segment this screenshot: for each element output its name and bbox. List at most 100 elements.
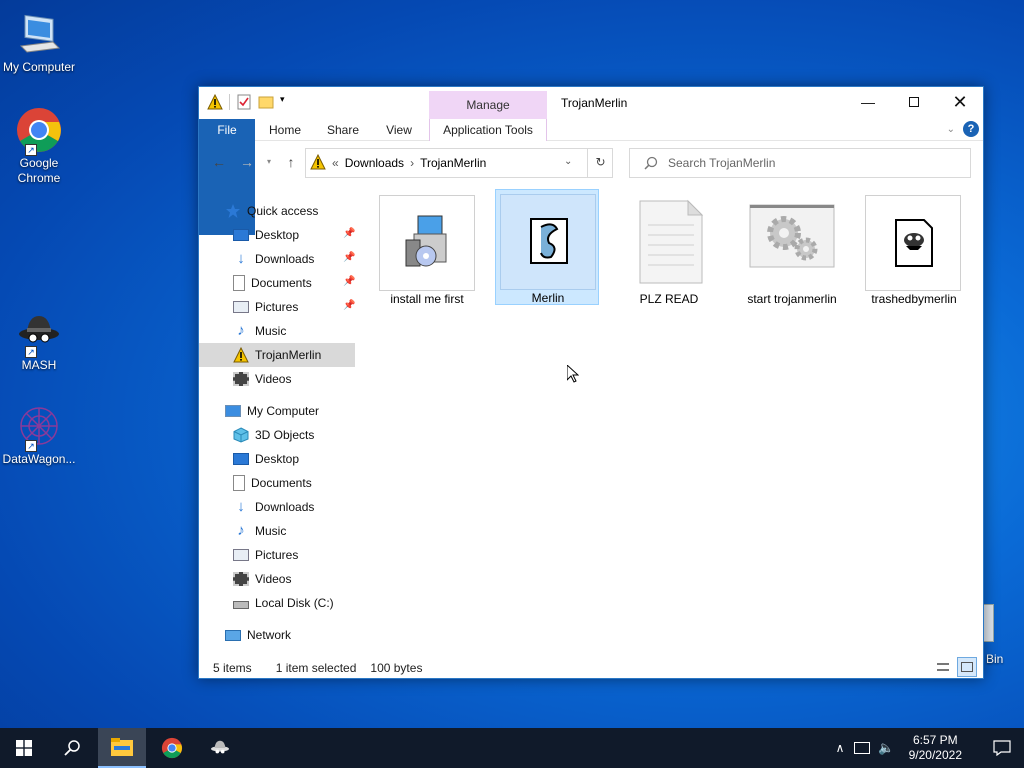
ribbon-tabs: File Home Share View Application Tools ⌄… (199, 119, 983, 235)
nav-label: Quick access (247, 204, 319, 218)
file-item-start-trojanmerlin[interactable]: start trojanmerlin (739, 191, 845, 307)
nav-label: Music (255, 324, 287, 338)
tab-view[interactable]: View (373, 119, 425, 141)
pin-icon[interactable]: 📌 (343, 300, 355, 311)
taskbar-file-explorer[interactable] (98, 728, 146, 768)
nav-quick-trojanmerlin[interactable]: TrojanMerlin (199, 343, 355, 367)
search-button[interactable] (48, 728, 96, 768)
clock-time: 6:57 PM (912, 733, 958, 747)
expand-ribbon-icon[interactable]: ⌄ (947, 124, 955, 135)
address-bar[interactable]: « Downloads › TrojanMerlin ⌄ (305, 148, 613, 178)
nav-label: Music (255, 524, 287, 538)
warning-icon (207, 93, 223, 110)
tab-share[interactable]: Share (317, 119, 369, 141)
breadcrumb-overflow[interactable]: « (332, 156, 339, 170)
nav-pc-videos[interactable]: Videos (233, 567, 291, 591)
nav-quick-downloads[interactable]: ↓ Downloads (233, 247, 314, 271)
taskbar-chrome[interactable] (148, 728, 196, 768)
help-icon[interactable]: ? (963, 121, 979, 137)
installer-icon (379, 195, 475, 291)
file-item-install-me-first[interactable]: install me first (375, 191, 479, 307)
navigation-bar: ← → ▾ ↑ « Downloads › TrojanMerlin ⌄ ↻ S… (199, 145, 983, 179)
close-button[interactable]: ✕ (937, 87, 983, 117)
clock-date: 9/20/2022 (908, 748, 962, 762)
search-box[interactable]: Search TrojanMerlin (629, 148, 971, 178)
volume-icon[interactable]: 🔈 (878, 740, 894, 756)
windows-logo-icon (16, 740, 32, 756)
large-icons-view-button[interactable] (957, 657, 977, 677)
tab-manage[interactable]: Manage (429, 91, 547, 119)
download-arrow-icon: ↓ (237, 498, 245, 515)
desktop-icon-label: MASH (21, 358, 57, 372)
nav-pc-desktop[interactable]: Desktop (233, 447, 299, 471)
desktop-icon-google-chrome[interactable]: ↗ Google Chrome (0, 106, 78, 186)
file-item-merlin[interactable]: Merlin (495, 189, 599, 305)
desktop-icon-my-computer[interactable]: My Computer (0, 10, 78, 75)
minimize-button[interactable]: — (845, 87, 891, 117)
pictures-icon (233, 549, 249, 561)
nav-quick-documents[interactable]: Documents (233, 271, 312, 295)
show-hidden-icons-icon[interactable]: ∧ (836, 741, 845, 755)
file-name: install me first (390, 292, 464, 306)
notifications-button[interactable] (980, 728, 1024, 768)
up-button[interactable]: ↑ (281, 153, 301, 171)
pin-icon[interactable]: 📌 (343, 276, 355, 287)
file-list: install me first Merlin PLZ READ start t… (369, 183, 983, 643)
arrow-left-icon: ← (212, 154, 226, 170)
file-item-plz-read[interactable]: PLZ READ (617, 191, 721, 307)
nav-my-computer[interactable]: My Computer (225, 399, 319, 423)
network-status-icon[interactable] (854, 742, 871, 754)
tab-home[interactable]: Home (259, 119, 311, 141)
network-icon (225, 629, 241, 641)
download-arrow-icon: ↓ (237, 250, 245, 267)
details-view-button[interactable] (933, 657, 953, 677)
nav-quick-music[interactable]: ♪ Music (233, 319, 286, 343)
nav-3d-objects[interactable]: 3D Objects (233, 423, 314, 447)
nav-label: Desktop (255, 452, 300, 466)
properties-icon[interactable] (236, 94, 252, 110)
breadcrumb-trojanmerlin[interactable]: TrojanMerlin (420, 156, 486, 170)
nav-pc-music[interactable]: ♪ Music (233, 519, 286, 543)
file-item-trashedbymerlin[interactable]: trashedbymerlin (861, 191, 967, 307)
start-button[interactable] (0, 728, 48, 768)
desktop-icon-mash[interactable]: ↗ MASH (0, 308, 78, 373)
nav-quick-access[interactable]: Quick access (225, 199, 318, 223)
nav-quick-videos[interactable]: Videos (233, 367, 291, 391)
forward-button[interactable]: → (237, 153, 257, 171)
tab-application-tools[interactable]: Application Tools (429, 119, 547, 141)
nav-pc-downloads[interactable]: ↓ Downloads (233, 495, 314, 519)
nav-network[interactable]: Network (225, 623, 291, 647)
file-name: PLZ READ (639, 292, 699, 306)
new-folder-icon[interactable] (258, 94, 274, 110)
warning-icon (233, 346, 249, 363)
maximize-button[interactable] (891, 87, 937, 117)
pin-icon[interactable]: 📌 (343, 228, 355, 239)
clock[interactable]: 6:57 PM 9/20/2022 (909, 733, 962, 763)
taskbar-mash[interactable] (196, 728, 244, 768)
refresh-button[interactable]: ↻ (587, 148, 613, 178)
desktop-icon-datawagon[interactable]: ↗ DataWagon... (0, 402, 78, 467)
close-icon: ✕ (952, 91, 968, 112)
pin-icon[interactable]: 📌 (343, 252, 355, 263)
shortcut-arrow-icon: ↗ (25, 144, 37, 156)
customize-qat-icon[interactable]: ▾ (280, 94, 290, 110)
search-placeholder: Search TrojanMerlin (668, 156, 776, 170)
title-bar[interactable]: ▾ Manage TrojanMerlin — ✕ (199, 87, 983, 119)
arrow-up-icon: ↑ (287, 154, 295, 170)
shortcut-arrow-icon: ↗ (25, 346, 37, 358)
recent-locations-button[interactable]: ▾ (259, 153, 279, 171)
star-icon (225, 203, 241, 219)
nav-quick-pictures[interactable]: Pictures (233, 295, 298, 319)
hard-drive-icon (233, 601, 249, 609)
nav-local-disk[interactable]: Local Disk (C:) (233, 591, 334, 615)
breadcrumb-downloads[interactable]: Downloads (345, 156, 404, 170)
nav-quick-desktop[interactable]: Desktop (233, 223, 299, 247)
address-dropdown-icon[interactable]: ⌄ (564, 156, 572, 167)
nav-pc-documents[interactable]: Documents (233, 471, 312, 495)
nav-pc-pictures[interactable]: Pictures (233, 543, 298, 567)
mouse-cursor-icon (566, 363, 580, 383)
spy-hat-icon: ↗ (15, 308, 63, 358)
notification-icon (993, 740, 1011, 756)
spy-hat-icon (211, 740, 229, 754)
back-button[interactable]: ← (209, 153, 229, 171)
